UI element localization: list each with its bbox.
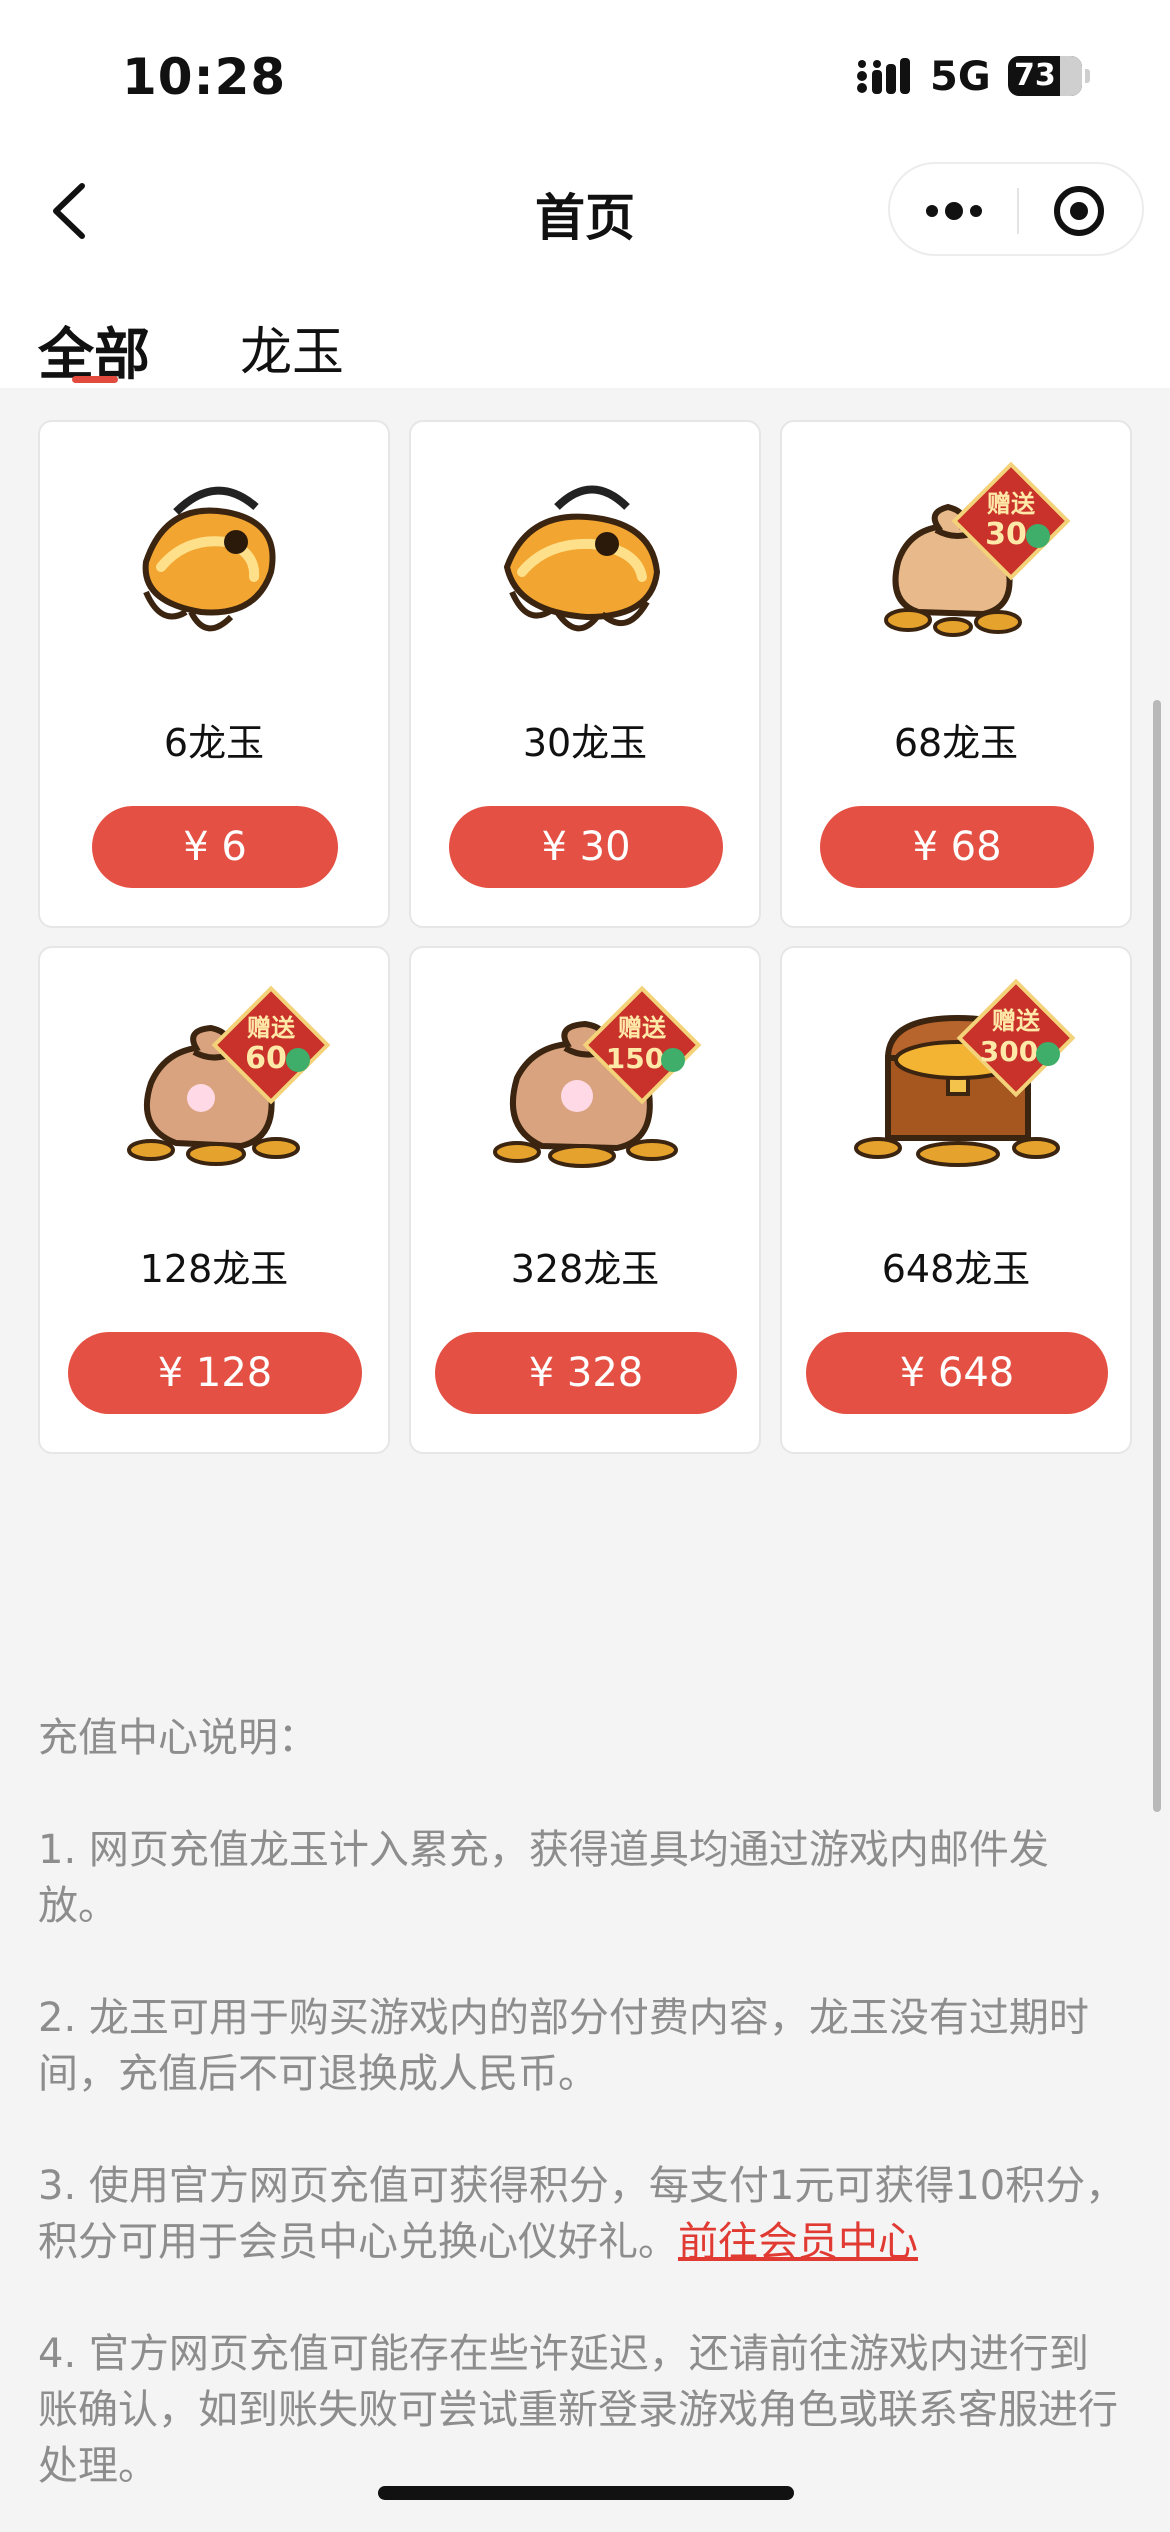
recharge-info-item: 4. 官方网页充值可能存在些许延迟，还请前往游戏内进行到账确认，如到账失败可尝试…	[38, 2331, 1118, 2489]
mini-program-capsule	[888, 162, 1144, 256]
category-tabs: 全部 龙玉	[0, 280, 1170, 388]
jade-pendant-icon	[142, 486, 276, 632]
svg-text:30: 30	[985, 517, 1027, 552]
nav-bar: 首页	[0, 140, 1170, 280]
product-name: 30龙玉	[522, 721, 648, 765]
product-name: 6龙玉	[163, 721, 265, 765]
svg-text:赠送: 赠送	[992, 1007, 1041, 1035]
bonus-badge: 赠送 30	[951, 461, 1071, 581]
network-type: 5G	[930, 54, 991, 100]
signal-icon	[857, 58, 910, 94]
product-card[interactable]: 赠送 30 68龙玉 ¥ 68	[780, 420, 1132, 928]
home-indicator[interactable]	[378, 2486, 794, 2500]
status-time: 10:28	[122, 48, 287, 106]
product-card[interactable]: 赠送 300 648龙玉 ¥ 648	[780, 946, 1132, 1454]
buy-button[interactable]: ¥ 128	[68, 1332, 362, 1414]
bonus-badge: 赠送 300	[956, 978, 1076, 1098]
tab-jade[interactable]: 龙玉	[240, 310, 344, 385]
recharge-info-item: 2. 龙玉可用于购买游戏内的部分付费内容，龙玉没有过期时间，充值后不可退换成人民…	[38, 1995, 1089, 2097]
bonus-badge: 赠送 60	[211, 985, 331, 1105]
recharge-info-item-text: 3. 使用官方网页充值可获得积分，每支付1元可获得10积分，积分可用于会员中心兑…	[38, 2163, 1126, 2265]
recharge-info-title: 充值中心说明：	[38, 1715, 318, 1761]
svg-text:60: 60	[245, 1041, 287, 1076]
scrollbar[interactable]	[1153, 700, 1161, 1812]
recharge-page: 10:28 5G 73 首页 全部 龙玉 6龙玉 ¥ 6 30龙玉 ¥ 30 赠…	[0, 0, 1170, 2532]
close-target-icon[interactable]	[1052, 184, 1106, 238]
more-dots-icon[interactable]	[922, 186, 986, 236]
buy-button[interactable]: ¥ 68	[820, 806, 1094, 888]
buy-button[interactable]: ¥ 648	[806, 1332, 1108, 1414]
svg-text:赠送: 赠送	[987, 490, 1036, 518]
recharge-info-item-3: 3. 使用官方网页充值可获得积分，每支付1元可获得10积分，积分可用于会员中心兑…	[38, 2158, 1128, 2270]
active-tab-indicator	[72, 376, 118, 383]
product-name: 68龙玉	[893, 721, 1019, 765]
svg-text:赠送: 赠送	[618, 1014, 667, 1042]
recharge-info: 充值中心说明： 1. 网页充值龙玉计入累充，获得道具均通过游戏内邮件发放。 2.…	[38, 1710, 1128, 2532]
product-name: 328龙玉	[510, 1247, 660, 1291]
bonus-badge: 赠送 150	[582, 985, 702, 1105]
svg-text:赠送: 赠送	[247, 1014, 296, 1042]
battery-icon: 73	[1008, 56, 1090, 96]
svg-text:300: 300	[980, 1035, 1038, 1068]
product-card[interactable]: 30龙玉 ¥ 30	[409, 420, 761, 928]
recharge-info-item: 1. 网页充值龙玉计入累充，获得道具均通过游戏内邮件发放。	[38, 1827, 1049, 1929]
buy-button[interactable]: ¥ 6	[92, 806, 338, 888]
status-bar: 10:28 5G 73	[0, 0, 1170, 140]
buy-button[interactable]: ¥ 30	[449, 806, 723, 888]
member-center-link[interactable]: 前往会员中心	[678, 2219, 918, 2265]
product-card[interactable]: 赠送 150 328龙玉 ¥ 328	[409, 946, 761, 1454]
product-name: 648龙玉	[881, 1247, 1031, 1291]
jade-pendant-stack-icon	[503, 485, 661, 632]
buy-button[interactable]: ¥ 328	[435, 1332, 737, 1414]
product-card[interactable]: 赠送 60 128龙玉 ¥ 128	[38, 946, 390, 1454]
svg-text:150: 150	[606, 1042, 664, 1075]
product-card[interactable]: 6龙玉 ¥ 6	[38, 420, 390, 928]
capsule-divider	[1017, 188, 1019, 234]
product-name: 128龙玉	[139, 1247, 289, 1291]
